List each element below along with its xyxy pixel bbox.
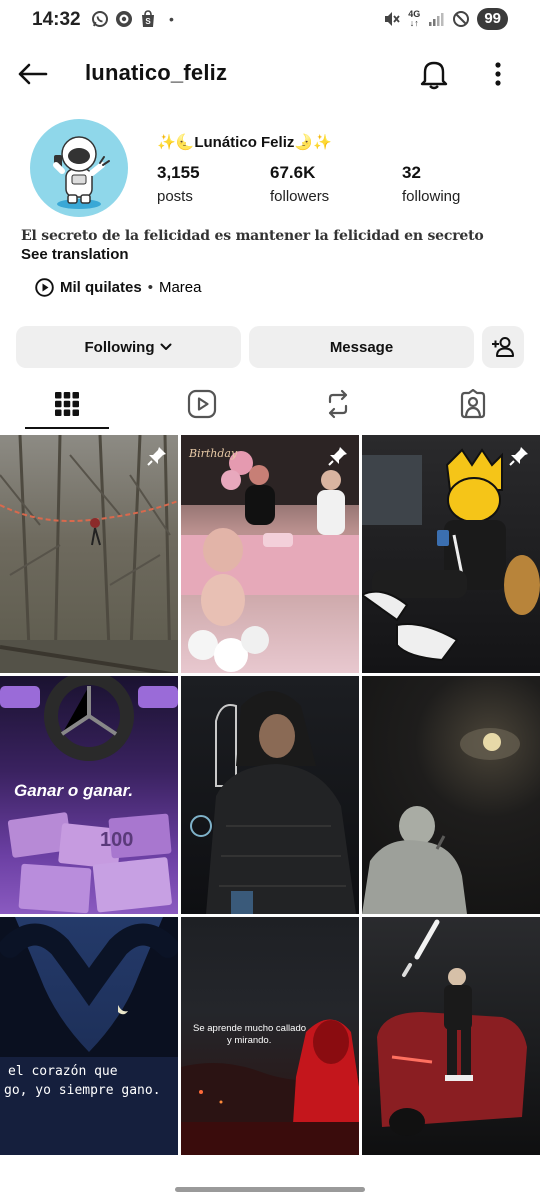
profile-username: lunatico_feliz	[85, 60, 228, 85]
heart-caption-line-2: go, yo siempre gano.	[4, 1083, 161, 1098]
grid-post-6[interactable]	[362, 676, 540, 914]
shop-icon: S	[139, 10, 157, 28]
grid-post-1[interactable]	[0, 435, 178, 673]
forest-slackline-image	[0, 435, 178, 673]
do-not-disturb-icon	[452, 10, 470, 28]
status-notification-icons: S •	[91, 10, 174, 28]
grid-post-8[interactable]: Se aprende mucho callado y mirando.	[181, 917, 359, 1155]
notifications-button[interactable]	[416, 56, 452, 92]
grid-icon	[55, 392, 79, 416]
birthday-party-image	[181, 435, 359, 672]
reposts-icon	[328, 389, 348, 419]
stat-posts-label: posts	[157, 188, 193, 205]
reels-icon	[187, 389, 217, 419]
tab-reels[interactable]	[160, 378, 244, 430]
stat-followers[interactable]: 67.6K followers	[270, 163, 329, 205]
music-artist: Marea	[158, 279, 202, 296]
heart-caption-line-1: el corazón que	[8, 1064, 118, 1079]
heart-hands-image	[0, 917, 178, 1155]
see-translation-link[interactable]: See translation	[21, 246, 129, 263]
ganar-caption: Ganar o ganar.	[14, 781, 134, 800]
profile-tabs	[0, 378, 540, 430]
tab-reposts[interactable]	[296, 378, 380, 430]
play-circle-icon	[35, 278, 54, 297]
battery-indicator: 99	[477, 8, 508, 30]
back-button[interactable]	[14, 58, 50, 90]
stat-followers-label: followers	[270, 188, 330, 205]
signal-icon	[427, 10, 445, 28]
status-more-dot: •	[169, 11, 174, 27]
target-app-icon	[115, 10, 133, 28]
more-options-button[interactable]	[482, 56, 514, 92]
birthday-banner-text: Birthday	[189, 447, 238, 460]
more-vertical-icon	[495, 62, 501, 86]
add-person-icon	[492, 337, 514, 357]
profile-bio: El secreto de la felicidad es mantener l…	[21, 228, 484, 244]
svg-text:100: 100	[100, 829, 133, 851]
following-button[interactable]: Following	[16, 326, 241, 368]
grid-post-5[interactable]	[181, 676, 359, 914]
bell-icon	[420, 61, 448, 90]
status-system-icons: 4G ↓↑ 99	[383, 8, 508, 30]
pinned-icon	[509, 447, 528, 466]
profile-header: lunatico_feliz	[0, 48, 540, 100]
tab-tagged[interactable]	[431, 378, 515, 430]
message-button-label: Message	[329, 338, 394, 356]
night-moon-image	[362, 728, 520, 914]
back-arrow-icon	[18, 63, 48, 85]
pinned-icon	[147, 447, 166, 466]
stat-followers-value: 67.6K	[270, 163, 316, 182]
music-separator: •	[147, 279, 153, 296]
status-time: 14:32	[32, 9, 81, 30]
red-hoodie-caption: Se aprende mucho callado y mirando.	[193, 1023, 306, 1047]
stat-following-label: following	[402, 188, 461, 205]
avatar[interactable]	[30, 119, 128, 217]
stat-posts[interactable]: 3,155 posts	[157, 163, 200, 205]
tab-posts-grid[interactable]	[25, 378, 109, 430]
grid-post-7[interactable]: el corazón que go, yo siempre gano.	[0, 917, 178, 1155]
active-tab-indicator	[25, 427, 109, 429]
red-hoodie-caption-line-1: Se aprende mucho callado	[193, 1023, 307, 1034]
pinned-icon	[328, 447, 347, 466]
chevron-down-icon	[160, 343, 172, 350]
hooded-man-image	[190, 691, 356, 914]
grid-post-9[interactable]	[362, 917, 540, 1155]
status-bar: 14:32 S • 4G ↓↑ 99	[0, 0, 540, 40]
home-gesture-bar[interactable]	[175, 1187, 365, 1192]
profile-display-name: ✨🌜Lunático Feliz🌛✨	[157, 134, 332, 151]
network-type-label: 4G ↓↑	[408, 9, 421, 28]
message-button[interactable]: Message	[249, 326, 474, 368]
music-title: Mil quilates	[60, 279, 142, 296]
grid-post-2[interactable]: Birthday	[181, 435, 359, 673]
mute-icon	[383, 10, 401, 28]
suggested-users-button[interactable]	[482, 326, 524, 368]
grid-post-4[interactable]: 100 Ganar o ganar.	[0, 676, 178, 914]
svg-text:S: S	[145, 17, 151, 26]
tagged-icon	[460, 389, 486, 419]
stat-following[interactable]: 32 following	[402, 163, 460, 205]
astronaut-avatar-image	[53, 136, 110, 209]
profile-music[interactable]: Mil quilates • Marea	[35, 278, 201, 297]
red-car-image	[377, 919, 527, 1136]
bart-in-car-image	[362, 448, 540, 662]
stat-posts-value: 3,155	[157, 163, 200, 182]
grid-post-3[interactable]	[362, 435, 540, 673]
red-hoodie-caption-line-2: y mirando.	[227, 1035, 272, 1046]
following-button-label: Following	[84, 338, 155, 356]
whatsapp-icon	[91, 10, 109, 28]
heart-caption: el corazón que go, yo siempre gano.	[4, 1062, 161, 1100]
stat-following-value: 32	[402, 163, 421, 182]
